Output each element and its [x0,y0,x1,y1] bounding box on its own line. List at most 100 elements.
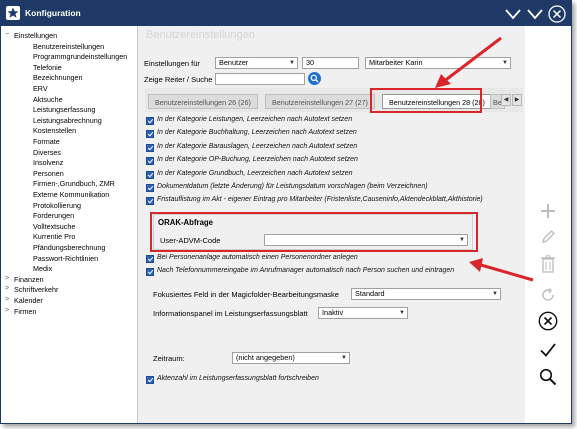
user-number-field[interactable]: 30 [302,57,359,69]
refresh-icon [542,288,554,301]
tree-item[interactable]: Leistungsabrechnung [33,116,102,126]
search-icon [539,368,557,386]
tree-item[interactable]: Firmen-,Grundbuch, ZMR [33,179,115,189]
tree-item[interactable]: Diverses [33,148,61,158]
option-label: Nach Telefonnummereingabe im Anrufmanage… [157,267,455,274]
tree-item[interactable]: Finanzen [14,275,44,285]
settings-tree: − Einstellungen Benutzereinstellungen Progr… [1,26,138,423]
magicfolder-label: Fokusiertes Feld in der Magicfolder-Bear… [153,290,339,299]
option-checkbox[interactable] [146,117,154,125]
search-button[interactable] [308,72,321,85]
title-bar: Konfiguration [1,1,571,26]
infopanel-value: Inaktiv [322,308,344,317]
option-label: Fristauflistung im Akt - eigener Eintrag… [157,196,483,204]
option-label: In der Kategorie Grundbuch, Leerzeichen … [157,169,353,177]
option-checkbox[interactable] [146,197,154,206]
expand-node-icon[interactable]: > [5,307,13,317]
option-checkbox[interactable] [146,143,154,152]
tab-benutzereinstellungen-27[interactable]: Benutzereinstellungen 27 (27) [265,94,375,109]
magicfolder-select[interactable]: Standard ▼ [351,288,501,300]
tree-item[interactable]: Externe Kommunikation [33,190,109,200]
config-window: Konfiguration − Einstellungen Benutzereins… [0,0,572,424]
tree-item[interactable]: Personen [33,169,64,179]
option-checkbox[interactable] [146,184,154,192]
tree-item[interactable]: Firmen [14,307,36,317]
infopanel-select[interactable]: Inaktiv ▼ [318,307,408,319]
option-label: In der Kategorie OP-Buchung, Leerzeichen… [157,156,358,164]
tab-scroll-right-button[interactable]: ▶ [512,94,522,106]
collapse-button[interactable] [503,4,523,24]
search-input[interactable] [215,73,305,85]
window-title: Konfiguration [25,8,81,18]
option-checkbox[interactable] [146,157,154,166]
infopanel-label: Informationspanel im Leistungserfassungs… [153,309,308,318]
option-label: Bei Personenanlage automatisch einen Per… [157,254,358,261]
option-label: In der Kategorie Barauslagen, Leerzeiche… [157,142,358,150]
tree-item[interactable]: Protokollierung [33,201,81,211]
user-name-value: Mitarbeiter Karin [369,58,423,67]
tree-item[interactable]: Leistungserfassung [33,105,95,115]
tree-item[interactable]: Einstellungen [14,31,57,41]
tree-item[interactable]: ERV [33,84,48,94]
option-checkbox[interactable] [146,255,154,263]
settings-for-label: Einstellungen für [144,59,200,68]
expand-node-icon[interactable]: > [5,285,13,295]
tree-item[interactable]: Pfändungsberechnung [33,243,105,253]
trash-icon [541,255,555,273]
tree-item[interactable]: Bezeichnungen [33,73,83,83]
tree-item[interactable]: Forderungen [33,211,74,221]
tree-item[interactable]: Benutzereinstellungen [33,42,104,52]
tree-item[interactable]: Telefonie [33,63,62,73]
tree-item[interactable]: Medix [33,264,52,274]
confirm-button[interactable] [537,339,559,361]
tree-item[interactable]: Programmgrundeinstellungen [33,52,127,62]
zeitraum-select[interactable]: (nicht angegeben) ▼ [232,352,350,364]
chevron-down-icon [505,9,521,20]
close-icon [548,5,566,23]
tree-item[interactable]: Kalender [14,296,43,306]
search-label: Zeige Reiter / Suche [144,75,213,84]
tree-item[interactable]: Aktsuche [33,95,63,105]
tree-item[interactable]: Kurrentie Pro [33,232,75,242]
checkmark-icon [540,343,556,357]
delete-button[interactable] [537,253,559,275]
search-toolbar-button[interactable] [537,366,559,388]
cancel-circle-icon [538,311,558,331]
option-label: Dokumentdatum (letzte Änderung) für Leis… [157,183,428,190]
tab-benutzereinstellungen-26[interactable]: Benutzereinstellungen 26 (26) [148,94,258,109]
settings-for-value: Benutzer [219,58,249,67]
dropdown-arrow-icon: ▼ [492,291,498,297]
highlight-orak-box [150,212,478,252]
aktenzahl-label: Aktenzahl im Leistungserfassungsblatt fo… [157,375,319,382]
window-body: − Einstellungen Benutzereinstellungen Progr… [1,26,571,423]
option-checkbox[interactable] [146,268,154,276]
option-checkbox[interactable] [146,170,154,179]
collapse-node-icon[interactable]: − [5,31,13,41]
zeitraum-value: (nicht angegeben) [236,353,295,362]
aktenzahl-checkbox[interactable] [146,376,154,384]
search-icon [310,74,319,83]
tree-item[interactable]: Passwort-Richtlinien [33,254,98,264]
expand-node-icon[interactable]: > [5,275,13,285]
dropdown-arrow-icon: ▼ [341,355,347,361]
action-toolbar [525,26,571,423]
add-button[interactable] [537,200,559,222]
tree-item[interactable]: Kostenstellen [33,126,76,136]
settings-for-select[interactable]: Benutzer ▼ [215,57,298,69]
tab-scroll-left-button[interactable]: ◀ [501,94,511,106]
cancel-button[interactable] [537,310,559,332]
tree-item[interactable]: Schriftverkehr [14,285,58,295]
expand-node-icon[interactable]: > [5,296,13,306]
expand-button[interactable] [525,4,545,24]
tree-item[interactable]: Formate [33,137,60,147]
tree-item[interactable]: Insolvenz [33,158,63,168]
highlight-arrow-orak [469,258,534,282]
edit-button[interactable] [537,226,559,248]
refresh-button[interactable] [537,284,559,306]
option-label: In der Kategorie Leistungen, Leerzeichen… [157,116,353,123]
option-checkbox[interactable] [146,130,154,139]
tree-item[interactable]: Volltextsuche [33,222,75,232]
close-button[interactable] [547,4,567,24]
magicfolder-value: Standard [355,289,385,298]
plus-icon [541,204,555,218]
